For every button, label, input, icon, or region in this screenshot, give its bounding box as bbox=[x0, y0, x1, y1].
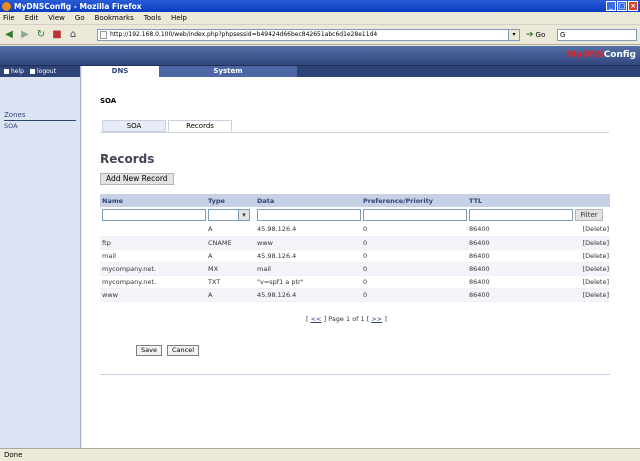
url-input[interactable]: http://192.168.0.100/web/index.php?phpse… bbox=[97, 29, 520, 41]
header-ttl[interactable]: TTL bbox=[467, 194, 573, 207]
window-title-bar: MyDNSConfig - Mozilla Firefox _ □ × bbox=[0, 0, 640, 12]
filter-row: Filter bbox=[100, 207, 610, 223]
delete-link[interactable]: [Delete] bbox=[573, 275, 610, 289]
filter-priority-input[interactable] bbox=[363, 209, 467, 221]
status-bar: Done bbox=[0, 448, 640, 461]
menu-go[interactable]: Go bbox=[75, 14, 85, 22]
tab-dns[interactable]: DNS bbox=[82, 66, 158, 77]
sidebar-item-soa[interactable]: SOA bbox=[4, 122, 18, 130]
app-header: MyDNSConfig bbox=[0, 46, 640, 66]
records-table: Name Type Data Preference/Priority TTL F… bbox=[100, 194, 610, 302]
subtab-soa[interactable]: SOA bbox=[102, 120, 166, 132]
maximize-button[interactable]: □ bbox=[617, 1, 627, 11]
filter-ttl-input[interactable] bbox=[469, 209, 573, 221]
add-record-button[interactable]: Add New Record bbox=[100, 173, 174, 185]
delete-link[interactable]: [Delete] bbox=[573, 249, 610, 263]
header-priority[interactable]: Preference/Priority bbox=[361, 194, 467, 207]
filter-type-select[interactable] bbox=[208, 209, 250, 221]
delete-link[interactable]: [Delete] bbox=[573, 288, 610, 302]
pagination: [ << ] Page 1 of 1 [ >> ] bbox=[306, 315, 387, 323]
filter-data-input[interactable] bbox=[257, 209, 361, 221]
go-arrow-icon: ➔ bbox=[526, 30, 534, 40]
menu-view[interactable]: View bbox=[48, 14, 65, 22]
soa-heading: SOA bbox=[100, 97, 117, 105]
firefox-icon bbox=[2, 1, 11, 11]
table-row[interactable]: A 45.98.126.4 0 86400 [Delete] bbox=[100, 223, 610, 237]
go-label: Go bbox=[535, 31, 546, 39]
back-icon[interactable]: ◀ bbox=[2, 28, 16, 42]
table-row[interactable]: mycompany.net. TXT "v=spf1 a ptr" 0 86400 [D… bbox=[100, 275, 610, 289]
url-text: http://192.168.0.100/web/index.php?phpse… bbox=[110, 31, 378, 38]
search-input[interactable]: G bbox=[557, 29, 637, 41]
minimize-button[interactable]: _ bbox=[606, 1, 616, 11]
forward-icon[interactable]: ▶ bbox=[18, 28, 32, 42]
bottom-divider bbox=[100, 374, 610, 375]
menu-bookmarks[interactable]: Bookmarks bbox=[95, 14, 134, 22]
zones-title: Zones bbox=[4, 111, 76, 121]
url-dropdown-icon[interactable]: ▾ bbox=[508, 29, 520, 41]
header-type[interactable]: Type bbox=[206, 194, 255, 207]
logout-icon bbox=[29, 69, 35, 74]
table-row[interactable]: www A 45.98.126.4 0 86400 [Delete] bbox=[100, 288, 610, 302]
menu-help[interactable]: Help bbox=[171, 14, 187, 22]
window-title: MyDNSConfig - Mozilla Firefox bbox=[14, 1, 142, 11]
help-icon bbox=[4, 69, 9, 74]
table-row[interactable]: mycompany.net. MX mail 0 86400 [Delete] bbox=[100, 262, 610, 276]
page-indicator: Page 1 of 1 bbox=[328, 315, 365, 323]
header-data[interactable]: Data bbox=[255, 194, 361, 207]
menu-bar: File Edit View Go Bookmarks Tools Help bbox=[0, 12, 640, 25]
page-icon bbox=[100, 31, 107, 39]
help-link[interactable]: help bbox=[4, 68, 24, 75]
subtab-records[interactable]: Records bbox=[168, 120, 232, 132]
home-icon[interactable]: ⌂ bbox=[66, 28, 80, 42]
main-content: DNS System SOA SOA Records Records Add N… bbox=[82, 66, 640, 448]
reload-icon[interactable]: ↻ bbox=[34, 28, 48, 42]
top-navigation: DNS System bbox=[82, 66, 640, 77]
brand-logo: MyDNSConfig bbox=[567, 50, 636, 60]
first-page-link[interactable]: << bbox=[311, 315, 322, 323]
subtab-divider bbox=[100, 132, 609, 133]
go-button[interactable]: ➔ Go bbox=[526, 29, 545, 41]
delete-link[interactable]: [Delete] bbox=[573, 236, 610, 250]
header-actions bbox=[573, 194, 610, 207]
table-row[interactable]: ftp CNAME www 0 86400 [Delete] bbox=[100, 236, 610, 250]
subtabs: SOA Records bbox=[102, 120, 234, 132]
save-button[interactable]: Save bbox=[136, 345, 162, 356]
navigation-toolbar: ◀ ▶ ↻ ■ ⌂ http://192.168.0.100/web/index… bbox=[0, 25, 640, 45]
tab-system[interactable]: System bbox=[158, 66, 297, 77]
filter-name-input[interactable] bbox=[102, 209, 206, 221]
menu-edit[interactable]: Edit bbox=[25, 14, 39, 22]
delete-link[interactable]: [Delete] bbox=[573, 223, 610, 237]
sidebar: help logout Zones SOA bbox=[0, 66, 81, 448]
stop-icon[interactable]: ■ bbox=[50, 28, 64, 42]
filter-button[interactable]: Filter bbox=[575, 209, 603, 221]
header-name[interactable]: Name bbox=[100, 194, 206, 207]
menu-tools[interactable]: Tools bbox=[144, 14, 161, 22]
logout-link[interactable]: logout bbox=[29, 68, 56, 75]
cancel-button[interactable]: Cancel bbox=[167, 345, 200, 356]
last-page-link[interactable]: >> bbox=[371, 315, 382, 323]
close-button[interactable]: × bbox=[628, 1, 638, 11]
table-row[interactable]: mail A 45.98.126.4 0 86400 [Delete] bbox=[100, 249, 610, 263]
page-title: Records bbox=[100, 152, 155, 166]
sidebar-toolbar: help logout bbox=[0, 66, 80, 77]
delete-link[interactable]: [Delete] bbox=[573, 262, 610, 276]
menu-file[interactable]: File bbox=[3, 14, 15, 22]
